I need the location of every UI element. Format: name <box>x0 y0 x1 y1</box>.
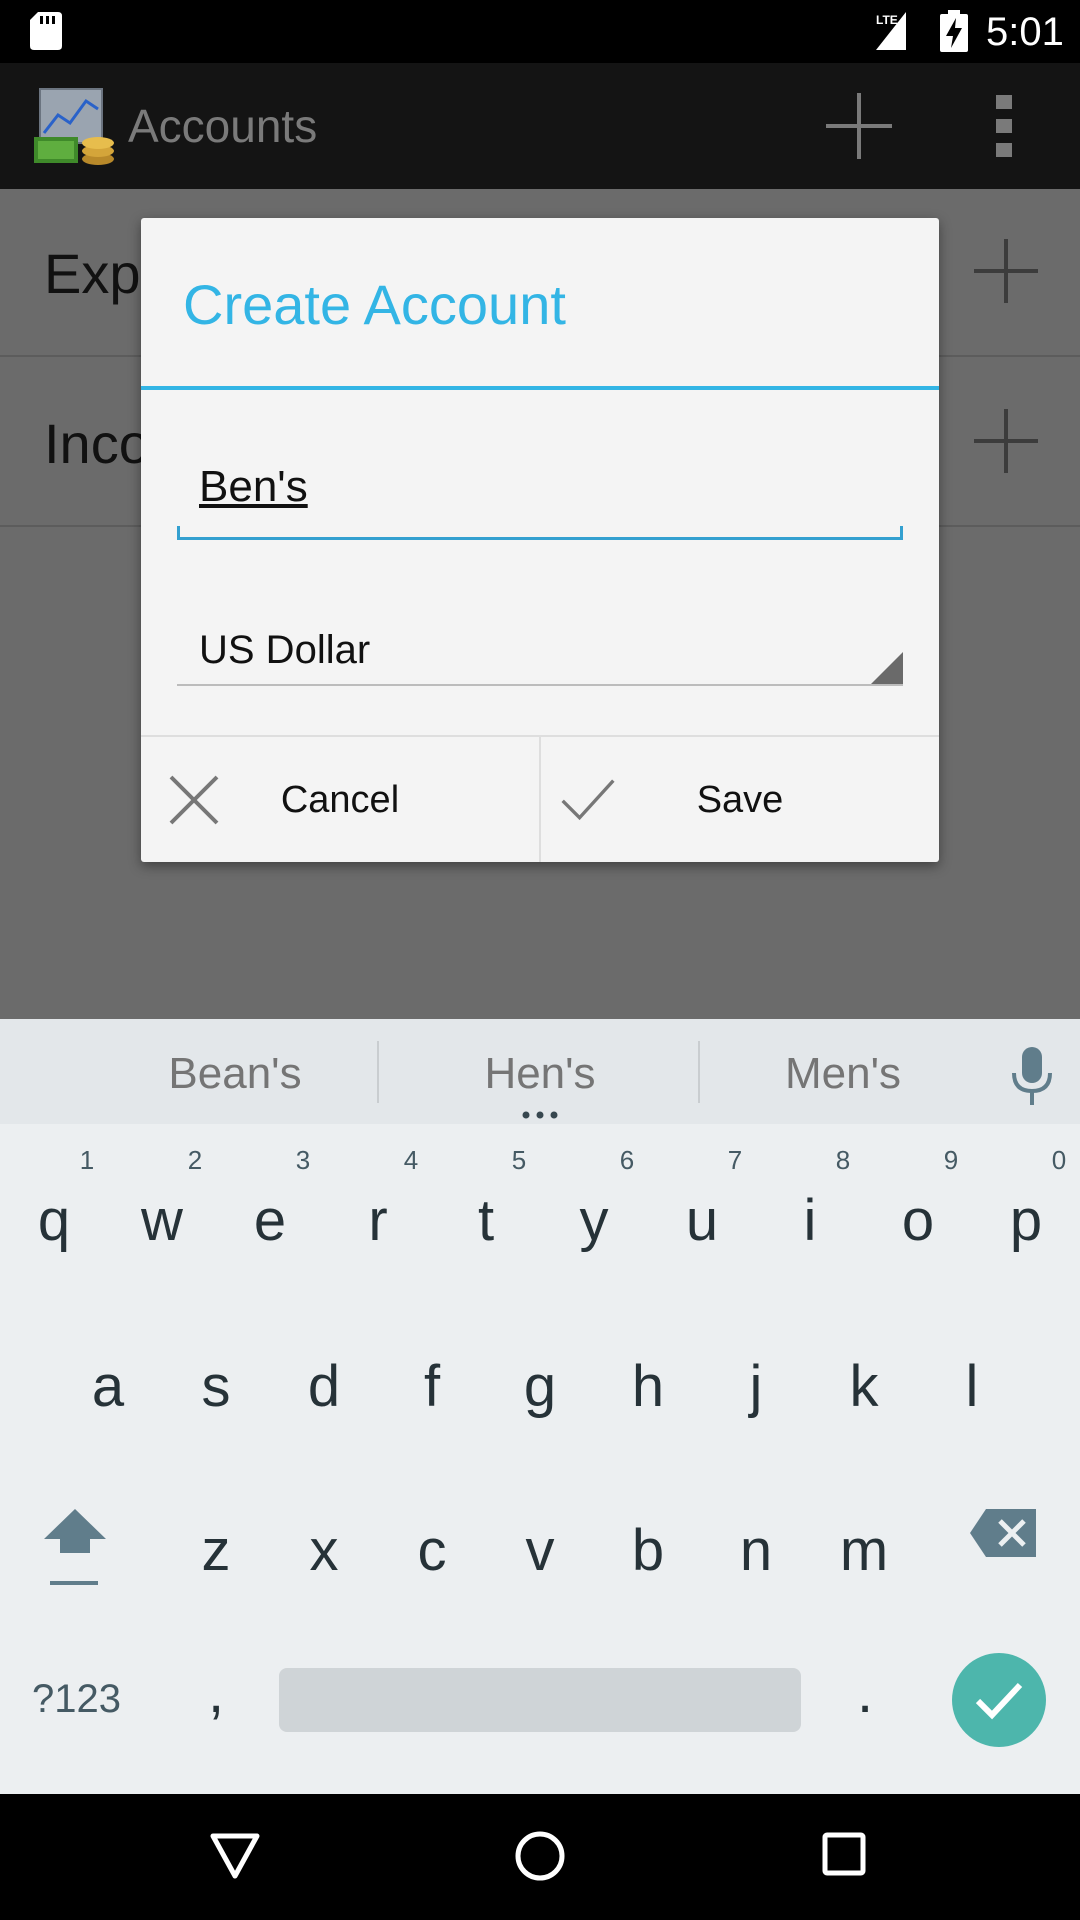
suggestion-divider <box>698 1041 700 1103</box>
recents-icon[interactable] <box>822 1832 866 1876</box>
navigation-bar <box>0 1794 1080 1920</box>
home-icon[interactable] <box>514 1830 566 1882</box>
key-hint: 9 <box>943 1145 959 1175</box>
account-name-field[interactable] <box>177 448 903 540</box>
action-bar: Accounts <box>0 63 1080 189</box>
add-icon[interactable] <box>974 239 1038 303</box>
cancel-button[interactable]: Cancel <box>141 737 539 862</box>
key-m[interactable]: m <box>810 1517 918 1584</box>
checkmark-icon <box>975 1682 1023 1720</box>
suggestion-strip: Bean's Hen's Men's <box>0 1019 1080 1124</box>
key-i[interactable]: i <box>756 1187 864 1254</box>
back-icon[interactable] <box>210 1832 260 1880</box>
key-u[interactable]: u <box>648 1187 756 1254</box>
soft-keyboard: Bean's Hen's Men's q1w2e3r4t5y6u7i8o9p0 … <box>0 1019 1080 1794</box>
save-label: Save <box>696 779 784 821</box>
status-time: 5:01 <box>986 10 1064 54</box>
key-hint: 3 <box>295 1145 311 1175</box>
key-z[interactable]: z <box>162 1517 270 1584</box>
dropdown-triangle-icon <box>871 652 903 684</box>
suggestion-divider <box>377 1041 379 1103</box>
key-hint: 8 <box>835 1145 851 1175</box>
key-p[interactable]: p <box>972 1187 1080 1254</box>
more-suggestions-icon[interactable] <box>520 1111 560 1119</box>
title-divider <box>141 386 939 390</box>
key-f[interactable]: f <box>378 1353 486 1420</box>
page-title: Accounts <box>128 100 318 152</box>
key-y[interactable]: y <box>540 1187 648 1254</box>
cancel-label: Cancel <box>280 779 400 821</box>
account-name: Inco <box>44 412 150 475</box>
enter-key[interactable] <box>952 1653 1046 1747</box>
key-n[interactable]: n <box>702 1517 810 1584</box>
key-x[interactable]: x <box>270 1517 378 1584</box>
key-q[interactable]: q <box>0 1187 108 1254</box>
key-e[interactable]: e <box>216 1187 324 1254</box>
suggestion-item[interactable]: Bean's <box>130 1049 340 1099</box>
key-j[interactable]: j <box>702 1353 810 1420</box>
currency-dropdown[interactable]: US Dollar <box>177 618 903 686</box>
svg-text:LTE: LTE <box>876 13 898 27</box>
currency-selected: US Dollar <box>199 628 371 672</box>
key-g[interactable]: g <box>486 1353 594 1420</box>
key-c[interactable]: c <box>378 1517 486 1584</box>
key-hint: 0 <box>1051 1145 1067 1175</box>
symbols-key[interactable]: ?123 <box>32 1677 121 1722</box>
dialog-title: Create Account <box>183 273 566 336</box>
space-key[interactable] <box>279 1668 801 1732</box>
key-h[interactable]: h <box>594 1353 702 1420</box>
key-b[interactable]: b <box>594 1517 702 1584</box>
key-a[interactable]: a <box>54 1353 162 1420</box>
key-hint: 2 <box>187 1145 203 1175</box>
shift-icon[interactable] <box>42 1507 108 1587</box>
key-hint: 4 <box>403 1145 419 1175</box>
add-icon[interactable] <box>826 93 892 159</box>
add-icon[interactable] <box>974 409 1038 473</box>
key-hint: 1 <box>79 1145 95 1175</box>
key-s[interactable]: s <box>162 1353 270 1420</box>
lte-signal-icon: LTE <box>876 12 906 50</box>
key-hint: 7 <box>727 1145 743 1175</box>
status-bar: LTE 5:01 <box>0 0 1080 63</box>
key-o[interactable]: o <box>864 1187 972 1254</box>
key-r[interactable]: r <box>324 1187 432 1254</box>
key-v[interactable]: v <box>486 1517 594 1584</box>
suggestion-item[interactable]: Hen's <box>435 1049 645 1099</box>
sd-card-icon <box>30 12 62 50</box>
overflow-menu-icon[interactable] <box>988 95 1024 157</box>
account-name: Exp <box>44 242 141 305</box>
period-key[interactable]: . <box>845 1659 885 1726</box>
key-hint: 5 <box>511 1145 527 1175</box>
create-account-dialog: Create Account US Dollar Cancel Save <box>141 218 939 862</box>
key-hint: 6 <box>619 1145 635 1175</box>
key-k[interactable]: k <box>810 1353 918 1420</box>
key-t[interactable]: t <box>432 1187 540 1254</box>
battery-charging-icon <box>940 10 968 52</box>
app-logo-icon <box>34 88 114 165</box>
comma-key[interactable]: , <box>196 1659 236 1726</box>
account-name-input[interactable] <box>199 462 879 512</box>
microphone-icon[interactable] <box>1010 1047 1054 1105</box>
key-d[interactable]: d <box>270 1353 378 1420</box>
suggestion-item[interactable]: Men's <box>738 1049 948 1099</box>
key-l[interactable]: l <box>918 1353 1026 1420</box>
backspace-icon[interactable] <box>970 1509 1040 1557</box>
save-button[interactable]: Save <box>541 737 939 862</box>
key-w[interactable]: w <box>108 1187 216 1254</box>
